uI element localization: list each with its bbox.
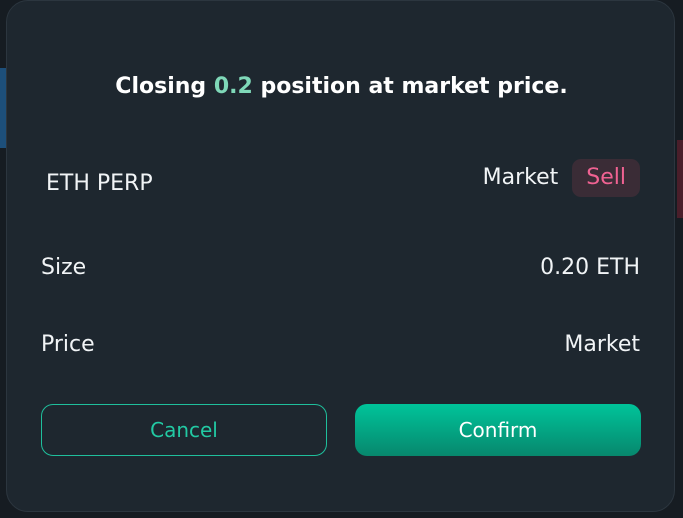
order-type-group: Market Sell [483,159,640,197]
cancel-button[interactable]: Cancel [41,404,327,456]
size-value: 0.20 ETH [540,255,640,280]
close-position-dialog: Closing 0.2 position at market price. ET… [6,0,675,512]
instrument-name: ETH PERP [46,171,153,196]
size-label: Size [41,255,87,280]
background-panel-edge [677,140,683,218]
title-amount: 0.2 [213,74,253,99]
title-prefix: Closing [115,74,214,99]
confirm-button[interactable]: Confirm [355,404,641,456]
title-suffix: position at market price. [252,74,568,99]
price-label: Price [41,332,95,357]
order-type-label: Market [482,165,559,190]
dialog-title: Closing 0.2 position at market price. [7,72,676,102]
side-badge: Sell [572,159,640,197]
price-value: Market [564,332,640,357]
